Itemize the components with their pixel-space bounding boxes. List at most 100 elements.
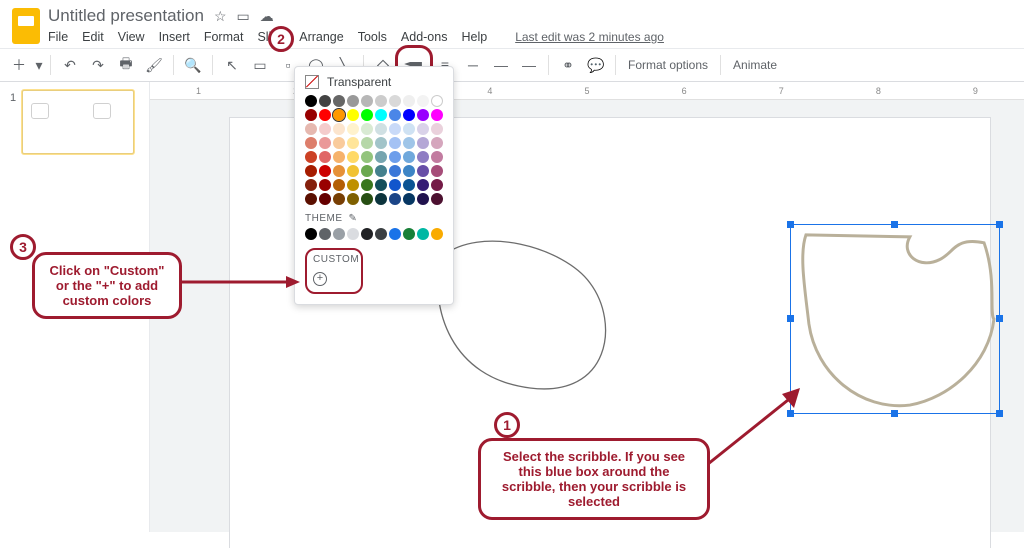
- new-slide-button[interactable]: ＋: [6, 52, 32, 78]
- color-swatch[interactable]: [319, 193, 331, 205]
- color-swatch[interactable]: [361, 137, 373, 149]
- document-title[interactable]: Untitled presentation: [48, 6, 204, 26]
- color-swatch[interactable]: [361, 95, 373, 107]
- link-button[interactable]: ⚭: [555, 52, 581, 78]
- color-swatch[interactable]: [305, 151, 317, 163]
- edit-theme-icon[interactable]: ✎: [349, 213, 358, 224]
- color-swatch[interactable]: [431, 123, 443, 135]
- color-swatch[interactable]: [375, 165, 387, 177]
- resize-handle[interactable]: [787, 315, 794, 322]
- color-swatch[interactable]: [347, 109, 359, 121]
- move-icon[interactable]: ▭: [237, 8, 250, 25]
- line-start-button[interactable]: —: [488, 52, 514, 78]
- color-swatch[interactable]: [361, 165, 373, 177]
- line-end-button[interactable]: —: [516, 52, 542, 78]
- color-swatch[interactable]: [417, 123, 429, 135]
- menu-addons[interactable]: Add-ons: [401, 30, 448, 44]
- color-swatch[interactable]: [319, 109, 331, 121]
- color-swatch[interactable]: [389, 123, 401, 135]
- color-swatch[interactable]: [319, 123, 331, 135]
- color-swatch[interactable]: [403, 109, 415, 121]
- color-swatch[interactable]: [403, 95, 415, 107]
- color-swatch[interactable]: [319, 95, 331, 107]
- color-swatch[interactable]: [431, 193, 443, 205]
- color-swatch[interactable]: [431, 95, 443, 107]
- color-swatch[interactable]: [375, 193, 387, 205]
- color-swatch[interactable]: [333, 123, 345, 135]
- color-swatch[interactable]: [431, 179, 443, 191]
- color-swatch[interactable]: [417, 137, 429, 149]
- color-swatch[interactable]: [403, 193, 415, 205]
- border-dash-button[interactable]: ─: [460, 52, 486, 78]
- color-swatch[interactable]: [389, 193, 401, 205]
- color-swatch[interactable]: [417, 193, 429, 205]
- color-swatch[interactable]: [417, 151, 429, 163]
- resize-handle[interactable]: [996, 410, 1003, 417]
- color-swatch[interactable]: [417, 165, 429, 177]
- theme-color-swatch[interactable]: [361, 228, 373, 240]
- color-swatch[interactable]: [347, 137, 359, 149]
- color-swatch[interactable]: [361, 179, 373, 191]
- color-swatch[interactable]: [403, 123, 415, 135]
- color-swatch[interactable]: [333, 137, 345, 149]
- color-swatch[interactable]: [375, 109, 387, 121]
- menu-view[interactable]: View: [118, 30, 145, 44]
- color-swatch[interactable]: [417, 95, 429, 107]
- resize-handle[interactable]: [891, 410, 898, 417]
- color-swatch[interactable]: [305, 109, 317, 121]
- theme-color-swatch[interactable]: [375, 228, 387, 240]
- color-swatch[interactable]: [431, 151, 443, 163]
- color-swatch[interactable]: [347, 193, 359, 205]
- transparent-option[interactable]: Transparent: [305, 75, 443, 89]
- theme-color-swatch[interactable]: [431, 228, 443, 240]
- menu-file[interactable]: File: [48, 30, 68, 44]
- resize-handle[interactable]: [891, 221, 898, 228]
- color-swatch[interactable]: [333, 165, 345, 177]
- last-edit-link[interactable]: Last edit was 2 minutes ago: [515, 30, 664, 44]
- color-swatch[interactable]: [319, 151, 331, 163]
- color-swatch[interactable]: [375, 179, 387, 191]
- textbox-button[interactable]: ▭: [247, 52, 273, 78]
- color-swatch[interactable]: [305, 95, 317, 107]
- format-options-button[interactable]: Format options: [628, 58, 708, 72]
- zoom-button[interactable]: 🔍: [180, 52, 206, 78]
- color-swatch[interactable]: [361, 151, 373, 163]
- color-swatch[interactable]: [333, 193, 345, 205]
- select-tool-button[interactable]: ↖: [219, 52, 245, 78]
- menu-tools[interactable]: Tools: [358, 30, 387, 44]
- color-swatch[interactable]: [389, 179, 401, 191]
- color-swatch[interactable]: [319, 179, 331, 191]
- color-swatch[interactable]: [375, 137, 387, 149]
- redo-button[interactable]: ↷: [85, 52, 111, 78]
- color-swatch[interactable]: [319, 165, 331, 177]
- color-swatch[interactable]: [403, 151, 415, 163]
- color-swatch[interactable]: [305, 137, 317, 149]
- color-swatch[interactable]: [431, 165, 443, 177]
- color-swatch[interactable]: [403, 179, 415, 191]
- color-swatch[interactable]: [361, 109, 373, 121]
- color-swatch[interactable]: [333, 151, 345, 163]
- color-swatch[interactable]: [375, 151, 387, 163]
- menu-insert[interactable]: Insert: [159, 30, 190, 44]
- resize-handle[interactable]: [787, 410, 794, 417]
- color-swatch[interactable]: [417, 179, 429, 191]
- color-swatch[interactable]: [347, 179, 359, 191]
- color-swatch[interactable]: [305, 193, 317, 205]
- color-swatch[interactable]: [333, 179, 345, 191]
- theme-color-swatch[interactable]: [319, 228, 331, 240]
- new-slide-menu-button[interactable]: ▾: [34, 52, 44, 78]
- theme-color-swatch[interactable]: [389, 228, 401, 240]
- color-swatch[interactable]: [389, 109, 401, 121]
- color-swatch[interactable]: [375, 123, 387, 135]
- theme-color-swatch[interactable]: [333, 228, 345, 240]
- comment-button[interactable]: 💬: [583, 52, 609, 78]
- menu-format[interactable]: Format: [204, 30, 244, 44]
- resize-handle[interactable]: [996, 221, 1003, 228]
- slide-thumbnail-1[interactable]: [22, 90, 134, 154]
- color-swatch[interactable]: [305, 165, 317, 177]
- theme-color-swatch[interactable]: [305, 228, 317, 240]
- resize-handle[interactable]: [996, 315, 1003, 322]
- color-swatch[interactable]: [347, 165, 359, 177]
- menu-help[interactable]: Help: [461, 30, 487, 44]
- color-swatch[interactable]: [431, 137, 443, 149]
